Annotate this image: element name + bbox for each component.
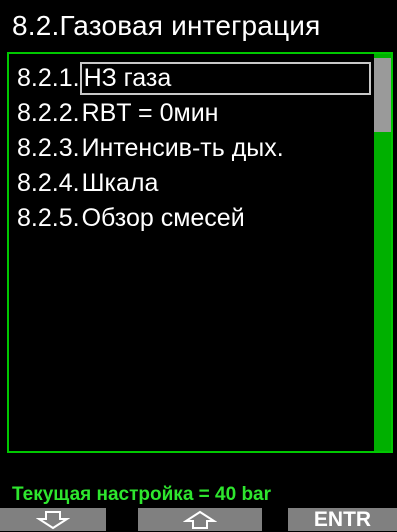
- menu-panel: 8.2.1. НЗ газа 8.2.2. RBT = 0мин 8.2.3. …: [7, 52, 393, 453]
- current-setting-status: Текущая настройка = 40 bar: [12, 484, 272, 505]
- menu-item-number: 8.2.2.: [17, 99, 80, 127]
- menu-item-rbt[interactable]: 8.2.2. RBT = 0мин: [17, 96, 371, 131]
- menu-item-label: Интенсив-ть дых.: [81, 134, 284, 162]
- menu-list: 8.2.1. НЗ газа 8.2.2. RBT = 0мин 8.2.3. …: [17, 61, 371, 236]
- menu-item-label: Шкала: [81, 169, 159, 197]
- menu-item-gas-overview[interactable]: 8.2.5. Обзор смесей: [17, 201, 371, 236]
- scrollbar-thumb[interactable]: [374, 58, 391, 132]
- down-softkey[interactable]: [0, 508, 106, 531]
- scrollbar[interactable]: [374, 54, 391, 451]
- menu-item-label: НЗ газа: [79, 62, 371, 95]
- menu-item-number: 8.2.3.: [17, 134, 80, 162]
- menu-item-label: Обзор смесей: [81, 204, 245, 232]
- arrow-down-icon: [36, 510, 70, 529]
- menu-item-number: 8.2.4.: [17, 169, 80, 197]
- menu-item-label: RBT = 0мин: [81, 99, 219, 127]
- arrow-up-icon: [183, 510, 217, 529]
- softkey-bar: ENTR: [0, 504, 397, 531]
- menu-item-number: 8.2.5.: [17, 204, 80, 232]
- enter-softkey[interactable]: ENTR: [288, 508, 397, 531]
- menu-item-number: 8.2.1.: [17, 64, 80, 92]
- up-softkey[interactable]: [138, 508, 262, 531]
- menu-item-breathing-rate[interactable]: 8.2.3. Интенсив-ть дых.: [17, 131, 371, 166]
- page-title: 8.2.Газовая интеграция: [12, 10, 321, 41]
- menu-item-scale[interactable]: 8.2.4. Шкала: [17, 166, 371, 201]
- menu-item-gas-low[interactable]: 8.2.1. НЗ газа: [17, 61, 371, 96]
